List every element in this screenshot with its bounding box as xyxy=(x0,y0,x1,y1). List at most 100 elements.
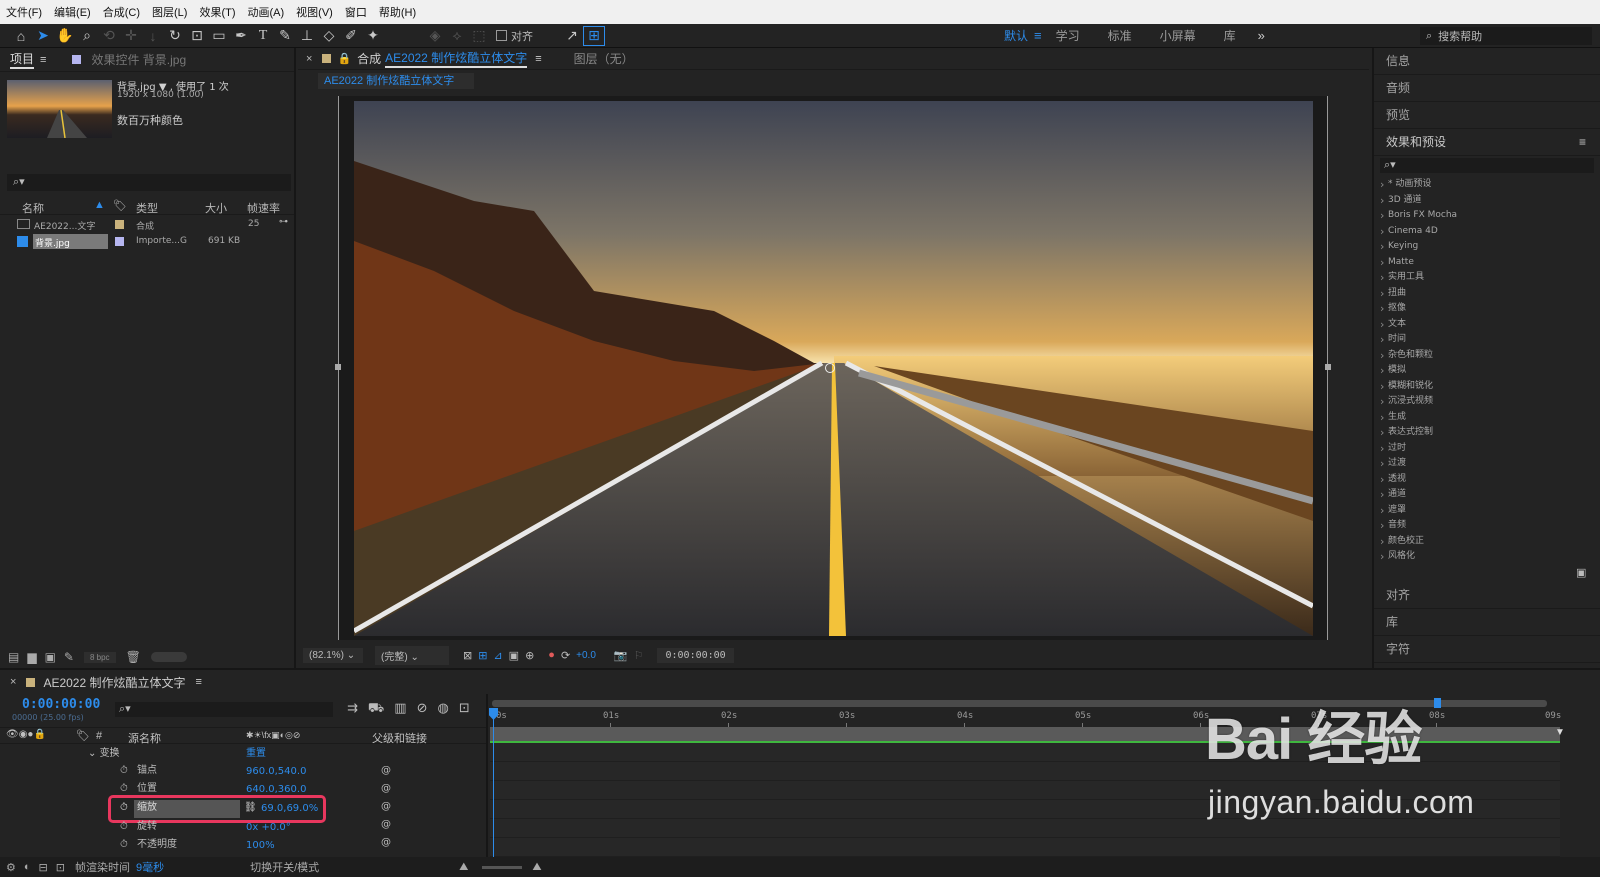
graph-editor-icon[interactable]: ⊡ xyxy=(459,700,470,718)
panel-libraries[interactable]: 库 xyxy=(1374,609,1600,636)
composition-viewer[interactable] xyxy=(335,96,1331,640)
timing-toggle-icon[interactable]: ⊟ xyxy=(39,861,48,874)
composition-flowchart-icon[interactable]: ⇉ xyxy=(347,700,358,718)
prop-value-anchor[interactable]: 960.0,540.0 xyxy=(246,763,306,781)
zoom-dropdown[interactable]: (82.1%) ⌄ xyxy=(303,647,363,663)
new-folder-icon[interactable]: ▣ xyxy=(1576,566,1586,579)
column-parent-link[interactable]: 父级和链接 xyxy=(372,730,427,746)
effect-category[interactable]: Boris FX Mocha xyxy=(1374,208,1600,224)
new-composition-icon[interactable]: ▣ xyxy=(45,650,56,664)
reset-exposure-icon[interactable]: ⟳ xyxy=(561,649,570,662)
comp-tab-prefix[interactable]: 合成 xyxy=(357,50,381,67)
menu-effect[interactable]: 效果(T) xyxy=(193,4,241,20)
overflow-chevron-icon[interactable]: » xyxy=(1258,28,1265,43)
effect-category[interactable]: Keying xyxy=(1374,239,1600,255)
rectangle-tool-icon[interactable]: ▭ xyxy=(208,26,230,46)
menu-animation[interactable]: 动画(A) xyxy=(242,4,291,20)
close-tab-icon[interactable]: × xyxy=(306,53,312,65)
transparency-grid-icon[interactable]: ⊞ xyxy=(478,649,487,662)
column-fps[interactable]: 帧速率 xyxy=(247,200,280,216)
workspace-default[interactable]: 默认 xyxy=(1004,27,1028,44)
effect-category[interactable]: 实用工具 xyxy=(1374,270,1600,286)
comp-button-icon[interactable]: ⊡ xyxy=(56,861,65,874)
pickwhip-icon[interactable]: @ xyxy=(381,834,391,852)
clone-stamp-tool-icon[interactable]: ⊥ xyxy=(296,26,318,46)
effect-category[interactable]: 杂色和颗粒 xyxy=(1374,348,1600,364)
menu-layer[interactable]: 图层(L) xyxy=(146,4,193,20)
stopwatch-icon[interactable]: ⏱ xyxy=(120,762,128,780)
region-of-interest-icon[interactable]: ▣ xyxy=(509,649,519,662)
zoom-tool-icon[interactable]: ⌕ xyxy=(76,26,98,46)
timeline-zoom-slider[interactable] xyxy=(482,865,523,869)
effect-category[interactable]: 生成 xyxy=(1374,410,1600,426)
effect-category[interactable]: 通道 xyxy=(1374,487,1600,503)
hand-tool-icon[interactable]: ✋ xyxy=(54,26,76,46)
workspace-learn[interactable]: 学习 xyxy=(1056,27,1080,44)
effect-category[interactable]: 沉浸式视频 xyxy=(1374,394,1600,410)
stopwatch-icon[interactable]: ⏱ xyxy=(120,836,128,854)
menu-file[interactable]: 文件(F) xyxy=(0,4,48,20)
mask-visibility-icon[interactable]: ⊿ xyxy=(493,649,502,662)
roto-brush-tool-icon[interactable]: ✐ xyxy=(340,26,362,46)
tab-composition[interactable]: AE2022 制作炫酷立体文字 xyxy=(385,49,528,68)
help-search-box[interactable]: ⌕ 搜索帮助 xyxy=(1420,27,1592,45)
panel-character[interactable]: 字符 xyxy=(1374,636,1600,663)
effect-category[interactable]: 过时 xyxy=(1374,441,1600,457)
transfer-controls-toggle-icon[interactable]: ◐ xyxy=(24,861,31,873)
menu-view[interactable]: 视图(V) xyxy=(290,4,339,20)
panel-preview[interactable]: 预览 xyxy=(1374,102,1600,129)
effect-category[interactable]: Matte xyxy=(1374,255,1600,271)
effects-search-input[interactable]: ⌕▾ xyxy=(1380,158,1594,173)
panel-menu-icon[interactable]: ≡ xyxy=(40,54,46,66)
work-area-end-handle[interactable] xyxy=(1434,698,1441,708)
effect-category[interactable]: 扭曲 xyxy=(1374,286,1600,302)
snapping-icon[interactable]: ⊞ xyxy=(583,25,605,46)
menu-window[interactable]: 窗口 xyxy=(339,4,373,20)
timeline-search-input[interactable]: ⌕▾ xyxy=(115,702,333,717)
prop-value-rotation[interactable]: 0x +0.0° xyxy=(246,819,291,837)
show-snapshot-icon[interactable]: ⚐ xyxy=(634,649,644,662)
workspace-small-screen[interactable]: 小屏幕 xyxy=(1160,27,1196,44)
eraser-tool-icon[interactable]: ◇ xyxy=(318,26,340,46)
panel-info[interactable]: 信息 xyxy=(1374,48,1600,75)
effect-category[interactable]: 抠像 xyxy=(1374,301,1600,317)
zoom-out-icon[interactable]: ⛰ xyxy=(459,861,468,874)
label-tag-icon[interactable]: 🏷 xyxy=(113,199,127,212)
effect-category[interactable]: 表达式控制 xyxy=(1374,425,1600,441)
constrain-proportions-icon[interactable]: ⛓ xyxy=(244,799,257,817)
anchor-point-icon[interactable] xyxy=(825,363,835,373)
bounding-handle-left[interactable] xyxy=(335,364,341,370)
label-tag-icon[interactable]: 🏷 xyxy=(76,729,90,742)
adjust-icon[interactable]: ✎ xyxy=(64,650,74,664)
channel-icon[interactable]: ● xyxy=(548,649,555,661)
zoom-in-icon[interactable]: ⛰ xyxy=(532,861,541,874)
close-tab-icon[interactable]: × xyxy=(10,676,16,688)
effect-category[interactable]: 颜色校正 xyxy=(1374,534,1600,550)
effect-category[interactable]: 透视 xyxy=(1374,472,1600,488)
project-search-input[interactable]: ⌕▾ xyxy=(7,174,291,191)
brush-tool-icon[interactable]: ✎ xyxy=(274,26,296,46)
panel-effects-presets-header[interactable]: 效果和预设 ≡ xyxy=(1374,129,1600,156)
pen-tool-icon[interactable]: ✒ xyxy=(230,26,252,46)
align-checkbox[interactable]: 对齐 xyxy=(496,28,533,44)
draft-3d-icon[interactable]: ⛟ xyxy=(368,700,384,718)
3d-view-axis-icon[interactable]: ⬚ xyxy=(468,26,490,46)
workspace-standard[interactable]: 标准 xyxy=(1108,27,1132,44)
pickwhip-icon[interactable]: @ xyxy=(381,798,391,816)
project-row-composition[interactable]: AE2022...文字 合成 25 ⊶ xyxy=(0,216,294,233)
puppet-tool-icon[interactable]: ✦ xyxy=(362,26,384,46)
effect-category[interactable]: 模糊和锐化 xyxy=(1374,379,1600,395)
stopwatch-icon[interactable]: ⏱ xyxy=(120,818,128,836)
grid-guides-icon[interactable]: ⊕ xyxy=(525,649,534,662)
panel-align[interactable]: 对齐 xyxy=(1374,582,1600,609)
trash-icon[interactable]: 🗑 xyxy=(126,650,141,664)
column-source-name[interactable]: 源名称 xyxy=(128,730,161,746)
pan-camera-icon[interactable]: ✛ xyxy=(120,26,142,46)
effect-category[interactable]: 音频 xyxy=(1374,518,1600,534)
tab-layer[interactable]: 图层（无） xyxy=(574,50,634,67)
exposure-value[interactable]: +0.0 xyxy=(576,650,596,661)
effect-category[interactable]: * 动画预设 xyxy=(1374,177,1600,193)
pickwhip-icon[interactable]: @ xyxy=(381,780,391,798)
dolly-camera-icon[interactable]: ↓ xyxy=(142,26,164,46)
transform-reset-link[interactable]: 重置 xyxy=(246,745,266,763)
